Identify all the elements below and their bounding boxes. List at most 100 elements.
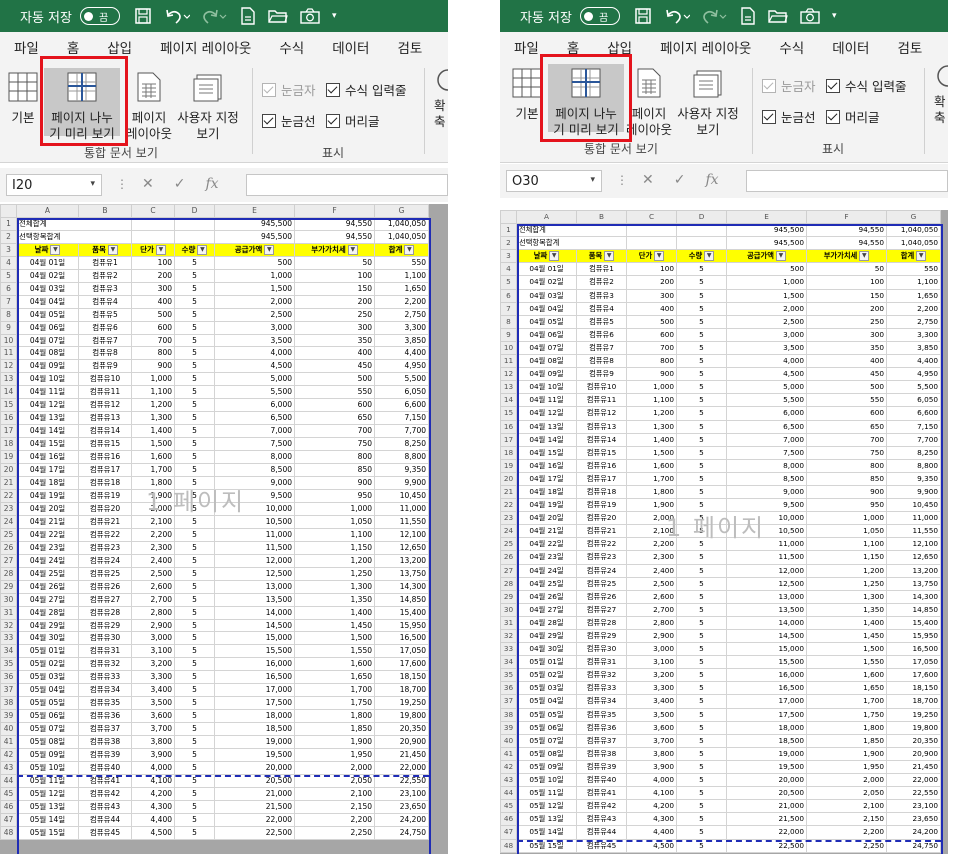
row-header[interactable]: 32	[500, 628, 517, 644]
row-header[interactable]: 30	[0, 592, 17, 607]
cell[interactable]: 400	[294, 346, 375, 361]
formula-input[interactable]	[246, 174, 448, 196]
cell[interactable]: 5	[174, 527, 215, 542]
row-header[interactable]: 1	[500, 223, 517, 238]
cell[interactable]: 5	[676, 720, 727, 735]
cell[interactable]: 04월 30일	[16, 631, 79, 646]
tab-6[interactable]: 검토	[897, 37, 922, 57]
headings-checkbox[interactable]: 머리글	[826, 107, 880, 126]
cell[interactable]: 2,750	[374, 307, 429, 322]
row-header[interactable]: 34	[500, 655, 517, 670]
filter-dropdown-icon[interactable]: ▼	[654, 251, 665, 262]
cell[interactable]: 1,000	[131, 372, 175, 387]
cell[interactable]: 700	[626, 340, 677, 356]
cell[interactable]: 05월 06일	[16, 709, 79, 724]
summary-label[interactable]: 선택항목합계	[516, 236, 627, 251]
cell[interactable]: 컴퓨유1	[576, 262, 627, 277]
cell[interactable]: 컴퓨유34	[576, 694, 627, 709]
row-header[interactable]: 29	[500, 589, 517, 604]
cell[interactable]: 5	[174, 644, 215, 659]
tab-3[interactable]: 페이지 레이아웃	[160, 37, 251, 57]
cell[interactable]: 04월 27일	[516, 602, 577, 617]
row-header[interactable]: 45	[500, 799, 517, 814]
cell[interactable]: 5	[174, 450, 215, 465]
cell[interactable]: 1,000	[214, 268, 295, 283]
cell[interactable]: 컴퓨유9	[78, 359, 132, 374]
cell[interactable]: 2,200	[886, 301, 941, 316]
row-header[interactable]: 43	[0, 760, 17, 775]
cell[interactable]: 1,600	[131, 450, 175, 465]
cell[interactable]: 17,050	[886, 655, 941, 670]
table-header[interactable]: 수량 ▼	[676, 249, 727, 264]
cell[interactable]: 컴퓨유25	[576, 576, 627, 591]
row-header[interactable]: 20	[500, 471, 517, 486]
cell[interactable]: 10,450	[886, 498, 941, 513]
cell[interactable]: 15,950	[374, 618, 429, 633]
cell[interactable]: 13,000	[214, 579, 295, 594]
cell[interactable]: 3,500	[214, 333, 295, 348]
cell[interactable]: 100	[806, 275, 887, 290]
row-header[interactable]: 41	[500, 746, 517, 761]
cell[interactable]: 컴퓨유42	[576, 799, 627, 814]
cell[interactable]: 17,600	[886, 668, 941, 683]
cell[interactable]: 5	[676, 471, 727, 486]
cell[interactable]: 9,500	[214, 488, 295, 503]
cell[interactable]: 04월 16일	[516, 458, 577, 473]
formula-bar-checkbox[interactable]: 수식 입력줄	[826, 76, 906, 95]
cell[interactable]: 4,500	[214, 359, 295, 374]
cell[interactable]: 8,500	[726, 471, 807, 486]
row-header[interactable]: 27	[0, 553, 17, 568]
cell[interactable]: 04월 27일	[16, 592, 79, 607]
cell[interactable]: 컴퓨유16	[576, 458, 627, 473]
cell[interactable]: 컴퓨유13	[78, 411, 132, 426]
cell[interactable]: 12,000	[214, 553, 295, 568]
cell[interactable]: 24,750	[374, 825, 429, 840]
row-header[interactable]: 38	[0, 696, 17, 711]
cell[interactable]: 700	[131, 333, 175, 348]
row-header[interactable]: 23	[0, 501, 17, 516]
cell[interactable]: 4,100	[626, 786, 677, 801]
cell[interactable]: 3,500	[726, 340, 807, 356]
cell[interactable]: 05월 04일	[516, 694, 577, 709]
cell[interactable]: 04월 22일	[16, 527, 79, 542]
cell[interactable]: 컴퓨유36	[78, 709, 132, 724]
row-header[interactable]: 7	[0, 294, 17, 309]
cell[interactable]: 2,200	[294, 812, 375, 827]
cell[interactable]: 5	[676, 288, 727, 303]
cell[interactable]: 19,000	[726, 746, 807, 761]
row-header[interactable]: 10	[500, 340, 517, 356]
cell[interactable]: 11,000	[374, 501, 429, 516]
cell[interactable]: 19,500	[214, 748, 295, 762]
cell[interactable]: 1,650	[294, 670, 375, 685]
customize-dropdown-icon[interactable]: ▾	[332, 11, 337, 21]
cell[interactable]: 9,900	[886, 484, 941, 500]
cell[interactable]: 17,500	[726, 707, 807, 722]
cell[interactable]: 04월 13일	[516, 419, 577, 434]
cell[interactable]: 2,750	[886, 314, 941, 329]
cell[interactable]: 3,800	[626, 746, 677, 761]
chevron-down-icon[interactable]: ▾	[90, 179, 95, 189]
column-header[interactable]: G	[374, 204, 429, 218]
cell[interactable]: 22,000	[886, 773, 941, 788]
cell[interactable]: 5	[174, 411, 215, 426]
checkbox-box[interactable]	[762, 78, 776, 93]
cell[interactable]: 05월 08일	[516, 746, 577, 761]
cell[interactable]: 6,500	[214, 411, 295, 426]
cell[interactable]: 5	[676, 445, 727, 460]
cell[interactable]: 04월 26일	[16, 579, 79, 594]
cell[interactable]	[174, 229, 215, 244]
row-header[interactable]: 25	[0, 527, 17, 542]
cell[interactable]: 1,100	[626, 393, 677, 408]
cell[interactable]: 9,000	[726, 484, 807, 500]
row-header[interactable]: 47	[500, 825, 517, 840]
cell[interactable]: 5,500	[726, 393, 807, 408]
cell[interactable]: 1,700	[294, 683, 375, 698]
summary-label[interactable]: 선택항목합계	[16, 229, 132, 244]
cell[interactable]: 400	[806, 354, 887, 369]
cell[interactable]: 2,100	[294, 786, 375, 801]
cell[interactable]: 6,500	[726, 419, 807, 434]
cell[interactable]: 5	[676, 759, 727, 775]
cell[interactable]: 4,400	[374, 346, 429, 361]
cell[interactable]: 5	[174, 748, 215, 762]
cell[interactable]: 04월 24일	[516, 563, 577, 578]
